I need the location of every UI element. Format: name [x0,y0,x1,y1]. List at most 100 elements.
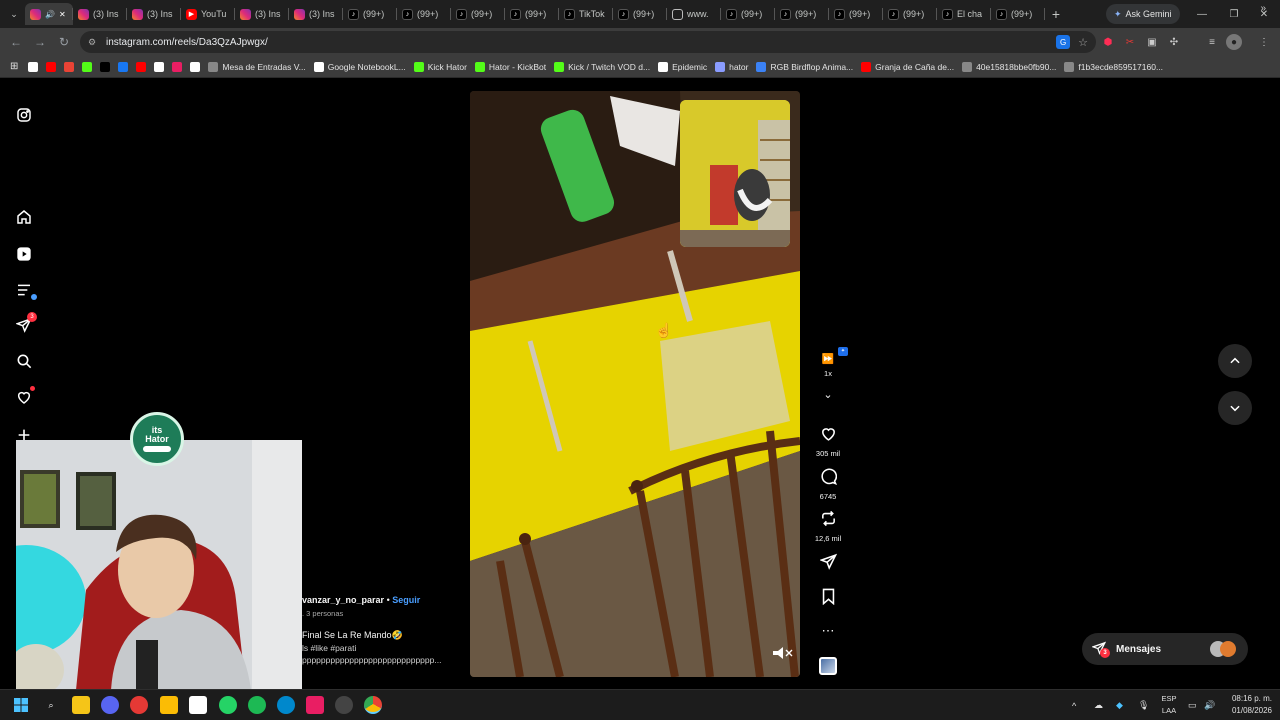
extensions-puzzle-icon[interactable]: ✣ [1166,34,1182,50]
bookmark-item[interactable] [78,58,96,76]
chrome-icon[interactable] [364,696,382,714]
app-yellow-icon[interactable] [160,696,178,714]
bookmark-item[interactable]: Kick Hator [410,58,471,76]
file-explorer-icon[interactable] [72,696,90,714]
new-tab-button[interactable]: + [1045,6,1067,22]
bookmark-item[interactable]: Google NotebookL... [310,58,410,76]
reload-button[interactable]: ↻ [52,30,76,54]
browser-tab[interactable]: ♪ (99+) [775,3,829,25]
media-icon[interactable]: ≡ [1204,34,1220,50]
browser-tab[interactable]: ♪ TikTok [559,3,613,25]
explore-menu-icon[interactable] [14,280,37,300]
onedrive-icon[interactable]: ☁ [1094,690,1103,720]
ask-gemini-button[interactable]: ✦ Ask Gemini [1106,4,1180,24]
follow-button[interactable]: Seguir [392,595,420,605]
bookmark-item[interactable]: f1b3ecde859517160... [1060,58,1167,76]
site-info-icon[interactable]: ⚙ [88,37,100,47]
bookmark-item[interactable] [42,58,60,76]
caption-tags[interactable]: ls #like #parati [302,643,470,653]
speed-dropdown-button[interactable]: ⌄ [812,385,844,403]
browser-tab[interactable]: ♪ (99+) [397,3,451,25]
whatsapp-icon[interactable] [219,696,237,714]
extension-shield-icon[interactable]: ▣ [1144,34,1160,50]
app-white-icon[interactable] [189,696,207,714]
browser-tab[interactable]: ♪ (99+) [991,3,1045,25]
browser-tab[interactable]: ♪ (99+) [721,3,775,25]
next-reel-button[interactable] [1218,391,1252,425]
windows-start-icon[interactable] [12,696,30,714]
speaker-icon[interactable]: 🔊 [45,10,55,19]
instagram-logo-icon[interactable] [14,105,34,125]
translate-icon[interactable]: G [1056,35,1071,49]
bookmark-item[interactable] [114,58,132,76]
obs-icon[interactable] [335,696,353,714]
bookmark-item[interactable] [60,58,78,76]
bookmark-item[interactable]: Hator - KickBot [471,58,550,76]
direct-messages-icon[interactable]: 3 [14,312,37,335]
network-icon[interactable]: ▭ [1188,690,1197,720]
more-bookmarks-icon[interactable]: » [1260,3,1266,14]
messages-button[interactable]: 3 Mensajes [1082,633,1248,665]
browser-tab[interactable]: ▶ YouTu [181,3,235,25]
bookmark-star-icon[interactable]: ☆ [1078,36,1088,49]
browser-tab[interactable]: ♪ (99+) [451,3,505,25]
author-username[interactable]: vanzar_y_no_parar [302,595,384,605]
browser-tab[interactable]: (3) Ins [127,3,181,25]
bookmark-item[interactable]: Epidemic [654,58,711,76]
home-icon[interactable] [14,207,34,227]
repost-button[interactable]: 12,6 mil [812,510,844,543]
system-clock[interactable]: 08:16 p. m. 01/08/2026 [1222,693,1272,717]
bookmark-item[interactable]: Granja de Caña de... [857,58,958,76]
apps-grid-icon[interactable]: ⊞ [6,58,22,76]
app-red-icon[interactable] [130,696,148,714]
bookmark-item[interactable] [168,58,186,76]
taskbar-search-icon[interactable]: ⌕ [42,696,60,714]
forward-button[interactable]: → [28,30,52,54]
search-icon[interactable] [14,351,34,371]
telegram-icon[interactable] [277,696,295,714]
notifications-heart-icon[interactable] [14,386,35,407]
back-button[interactable]: ← [4,30,28,54]
browser-tab[interactable]: (3) Ins [289,3,343,25]
microphone-icon[interactable]: 🎙 [1138,690,1149,720]
browser-tab[interactable]: (3) Ins [73,3,127,25]
browser-tab[interactable]: ♪ (99+) [829,3,883,25]
browser-tab[interactable]: (3) Ins [235,3,289,25]
spotify-icon[interactable] [248,696,266,714]
app-pink-icon[interactable] [306,696,324,714]
bookmark-item[interactable] [132,58,150,76]
bookmark-item[interactable]: hator [711,58,752,76]
previous-reel-button[interactable] [1218,344,1252,378]
profile-avatar[interactable]: ● [1226,34,1242,50]
bookmark-item[interactable]: Mesa de Entradas V... [204,58,309,76]
audio-thumbnail[interactable] [812,657,844,680]
playback-speed-button[interactable]: ⏩ 1x ✦ [812,347,848,378]
bookmark-item[interactable]: RGB Birdflop Anima... [752,58,857,76]
browser-menu-icon[interactable]: ⋮ [1256,34,1272,50]
restore-button[interactable]: ❐ [1218,0,1250,28]
save-button[interactable] [812,588,844,610]
discord-icon[interactable] [101,696,119,714]
tray-app-icon[interactable]: ◆ [1116,690,1123,720]
more-options-icon[interactable]: ⋯ [812,623,844,639]
share-button[interactable] [812,553,844,575]
browser-tab[interactable]: ♪ El cha [937,3,991,25]
browser-tab[interactable]: www. [667,3,721,25]
bookmark-item[interactable] [186,58,204,76]
browser-tab[interactable]: ♪ (99+) [505,3,559,25]
extension-pin-icon[interactable]: ✂ [1122,34,1138,50]
language-indicator[interactable]: ESP LAA [1158,693,1180,717]
minimize-button[interactable]: — [1186,0,1218,28]
tray-overflow-icon[interactable]: ^ [1072,690,1076,720]
browser-tab[interactable]: ♪ (99+) [343,3,397,25]
comment-button[interactable]: 6745 [812,468,844,501]
caption-extra[interactable]: pppppppppppppppppppppppppppp... [302,655,470,665]
extension-red-icon[interactable]: ⬢ [1100,34,1116,50]
browser-tab[interactable]: ♪ (99+) [613,3,667,25]
bookmark-item[interactable]: 40e15818bbe0fb90... [958,58,1060,76]
reels-icon[interactable] [14,244,34,264]
close-tab-icon[interactable]: ✕ [59,10,66,19]
browser-tab[interactable]: ♪ (99+) [883,3,937,25]
bookmark-item[interactable] [24,58,42,76]
tab-search-icon[interactable]: ⌄ [3,4,25,24]
